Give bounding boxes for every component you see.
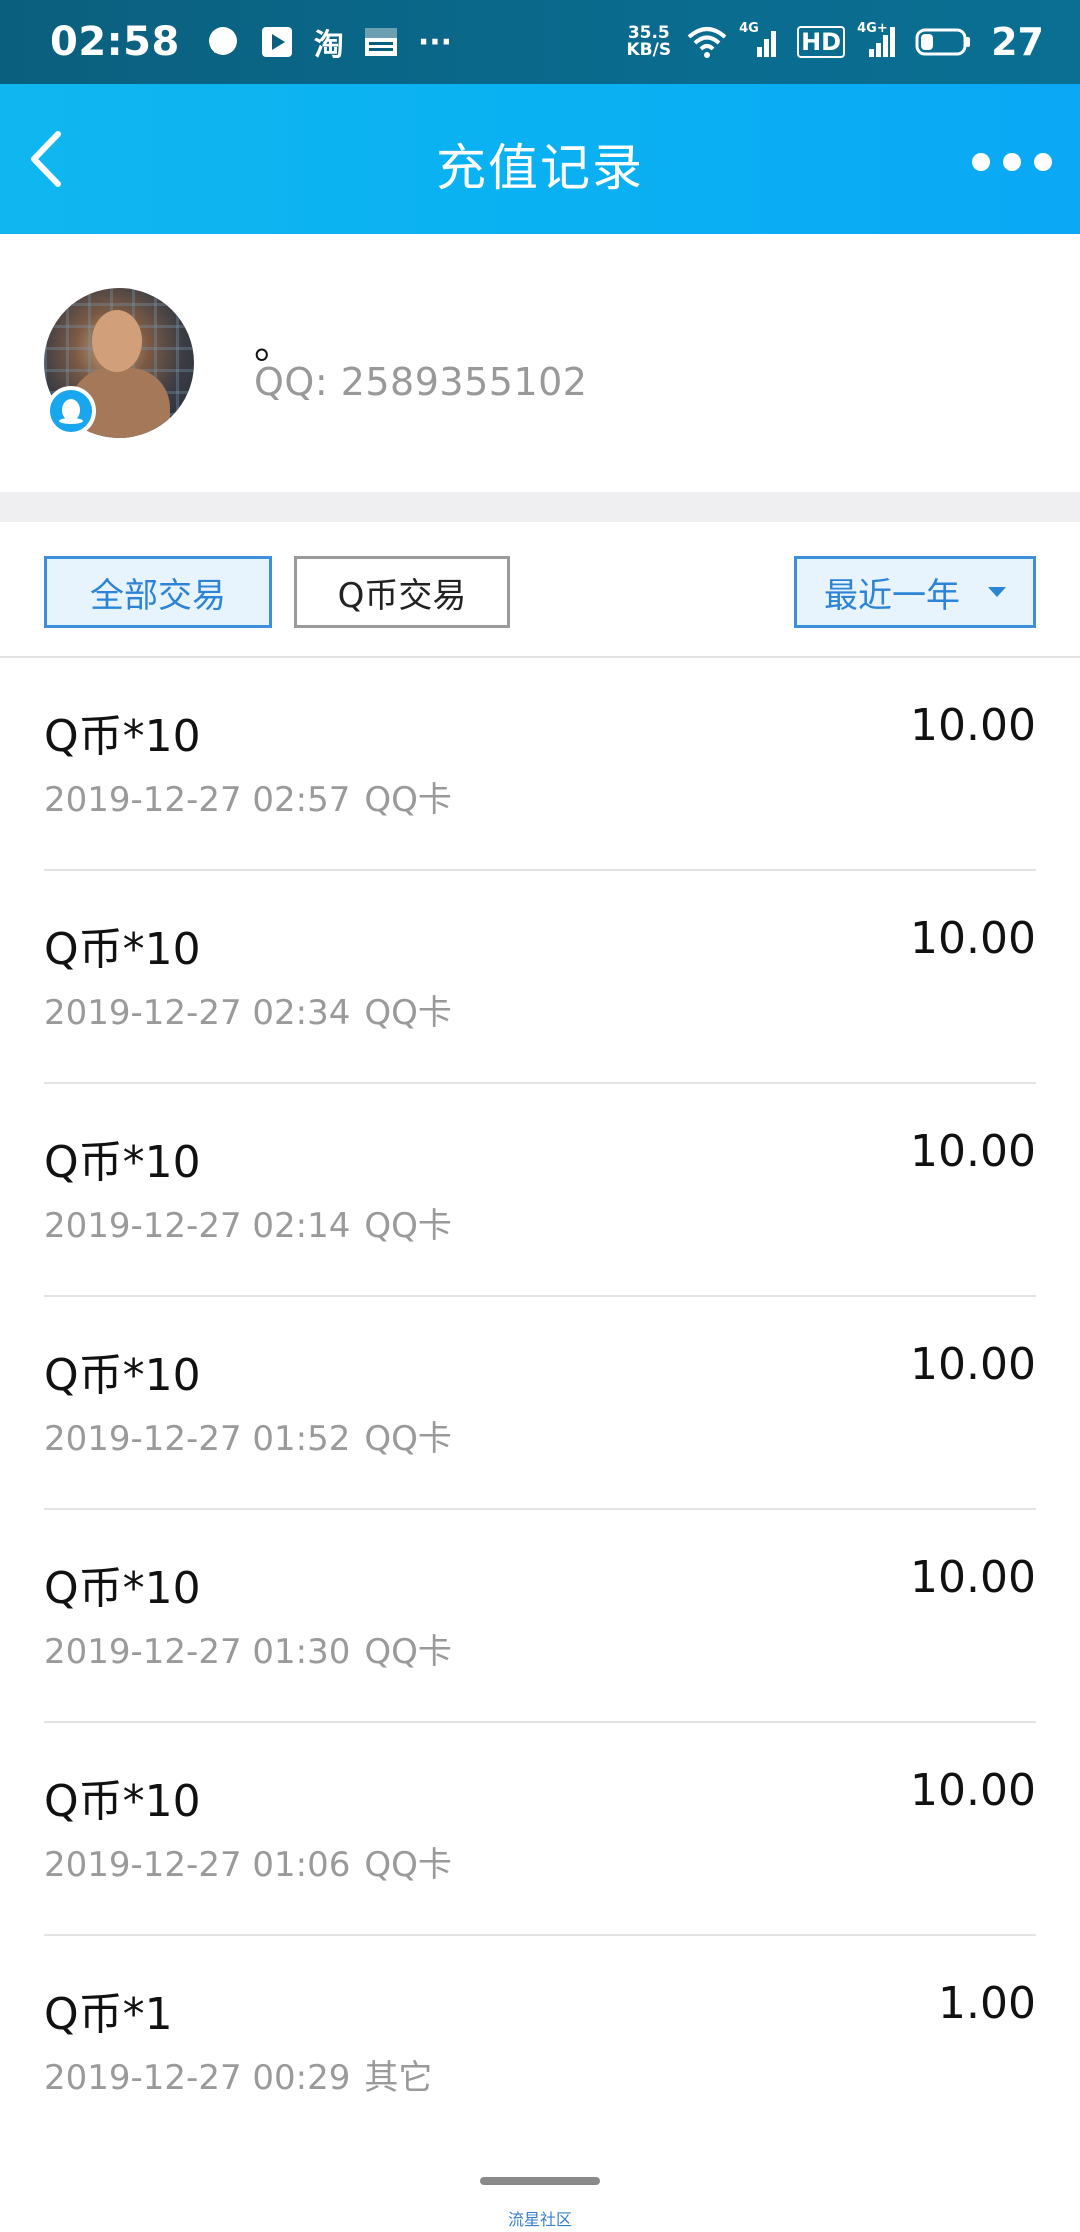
record-datetime: 2019-12-27 01:06 xyxy=(44,1845,351,1885)
network-4g-plus-label: 4G+ xyxy=(857,21,888,36)
record-datetime: 2019-12-27 02:34 xyxy=(44,993,351,1033)
record-amount: 10.00 xyxy=(910,1339,1036,1390)
record-title: Q币*10 xyxy=(44,924,201,975)
record-title: Q币*10 xyxy=(44,1350,201,1401)
chat-bubble-icon xyxy=(206,25,240,59)
record-title: Q币*10 xyxy=(44,711,201,762)
record-item[interactable]: Q币*10 10.00 2019-12-27 02:34 QQ卡 xyxy=(44,871,1036,1084)
record-meta: 2019-12-27 00:29 其它 xyxy=(44,2050,432,2099)
record-item[interactable]: Q币*10 10.00 2019-12-27 02:14 QQ卡 xyxy=(44,1084,1036,1297)
record-method: QQ卡 xyxy=(364,993,452,1033)
signal-4g-icon: 4G xyxy=(739,21,781,59)
record-title: Q币*10 xyxy=(44,1563,201,1614)
record-method: QQ卡 xyxy=(364,1419,452,1459)
record-datetime: 2019-12-27 00:29 xyxy=(44,2058,351,2098)
record-datetime: 2019-12-27 01:30 xyxy=(44,1632,351,1672)
wifi-icon xyxy=(687,25,727,59)
record-amount: 10.00 xyxy=(910,913,1036,964)
battery-level: 27 xyxy=(991,20,1044,64)
speed-unit: KB/S xyxy=(626,40,672,60)
record-item[interactable]: Q币*10 10.00 2019-12-27 01:30 QQ卡 xyxy=(44,1510,1036,1723)
record-amount: 1.00 xyxy=(938,1978,1036,2029)
record-list: Q币*10 10.00 2019-12-27 02:57 QQ卡 Q币*10 10… xyxy=(0,658,1080,2149)
news-icon xyxy=(364,25,398,59)
record-meta: 2019-12-27 01:30 QQ卡 xyxy=(44,1624,452,1673)
hd-call-icon: HD xyxy=(797,26,846,58)
status-time: 02:58 xyxy=(50,19,180,65)
record-title: Q币*10 xyxy=(44,1137,201,1188)
record-meta: 2019-12-27 02:14 QQ卡 xyxy=(44,1198,452,1247)
record-amount: 10.00 xyxy=(910,1552,1036,1603)
qq-penguin-icon xyxy=(46,386,96,436)
record-method: QQ卡 xyxy=(364,1845,452,1885)
watermark: 流星社区 xyxy=(507,2210,572,2229)
network-4g-label: 4G xyxy=(739,21,759,36)
profile-section: 。 QQ: 2589355102 xyxy=(0,234,1080,492)
record-datetime: 2019-12-27 01:52 xyxy=(44,1419,351,1459)
record-method: QQ卡 xyxy=(364,1206,452,1246)
record-item[interactable]: Q币*1 1.00 2019-12-27 00:29 其它 xyxy=(44,1936,1036,2149)
record-method: 其它 xyxy=(364,2058,433,2098)
battery-icon xyxy=(915,27,971,57)
filter-all-transactions-button[interactable]: 全部交易 xyxy=(44,556,272,628)
record-meta: 2019-12-27 01:06 QQ卡 xyxy=(44,1837,452,1886)
signal-4g-plus-icon: 4G+ xyxy=(857,21,899,59)
record-datetime: 2019-12-27 02:57 xyxy=(44,780,351,820)
notification-icons: 淘 ··· xyxy=(206,20,452,64)
more-dot-icon xyxy=(972,153,990,171)
time-range-dropdown[interactable]: 最近一年 xyxy=(794,556,1036,628)
record-meta: 2019-12-27 02:57 QQ卡 xyxy=(44,772,452,821)
profile-qq-number: QQ: 2589355102 xyxy=(254,360,588,404)
record-method: QQ卡 xyxy=(364,1632,452,1672)
record-meta: 2019-12-27 02:34 QQ卡 xyxy=(44,985,452,1034)
record-amount: 10.00 xyxy=(910,700,1036,751)
time-range-label: 最近一年 xyxy=(824,575,960,616)
record-amount: 10.00 xyxy=(910,1765,1036,1816)
video-play-icon xyxy=(260,25,294,59)
section-divider xyxy=(0,492,1080,522)
record-amount: 10.00 xyxy=(910,1126,1036,1177)
more-dot-icon xyxy=(1034,153,1052,171)
record-item[interactable]: Q币*10 10.00 2019-12-27 02:57 QQ卡 xyxy=(44,658,1036,871)
record-title: Q币*10 xyxy=(44,1776,201,1827)
page-title: 充值记录 xyxy=(436,139,644,197)
record-item[interactable]: Q币*10 10.00 2019-12-27 01:06 QQ卡 xyxy=(44,1723,1036,1936)
record-item[interactable]: Q币*10 10.00 2019-12-27 01:52 QQ卡 xyxy=(44,1297,1036,1510)
more-dot-icon xyxy=(1003,153,1021,171)
taobao-icon: 淘 xyxy=(313,28,344,63)
status-bar: 02:58 淘 ··· 35.5 KB/S 4G HD 4G+ 27 xyxy=(0,0,1080,84)
app-header: 充值记录 xyxy=(0,84,1080,234)
system-icons: 35.5 KB/S 4G HD 4G+ 27 xyxy=(627,20,1045,64)
network-speed: 35.5 KB/S xyxy=(627,25,672,59)
record-method: QQ卡 xyxy=(364,780,452,820)
more-notifications-icon: ··· xyxy=(417,24,453,60)
caret-down-icon xyxy=(988,587,1006,597)
home-indicator[interactable] xyxy=(480,2177,600,2185)
record-datetime: 2019-12-27 02:14 xyxy=(44,1206,351,1246)
more-options-button[interactable] xyxy=(972,144,1052,180)
filter-q-coin-button[interactable]: Q币交易 xyxy=(294,556,510,628)
record-meta: 2019-12-27 01:52 QQ卡 xyxy=(44,1411,452,1460)
record-title: Q币*1 xyxy=(44,1989,173,2040)
filter-bar: 全部交易 Q币交易 最近一年 xyxy=(0,522,1080,658)
avatar-figure-face xyxy=(92,310,142,372)
